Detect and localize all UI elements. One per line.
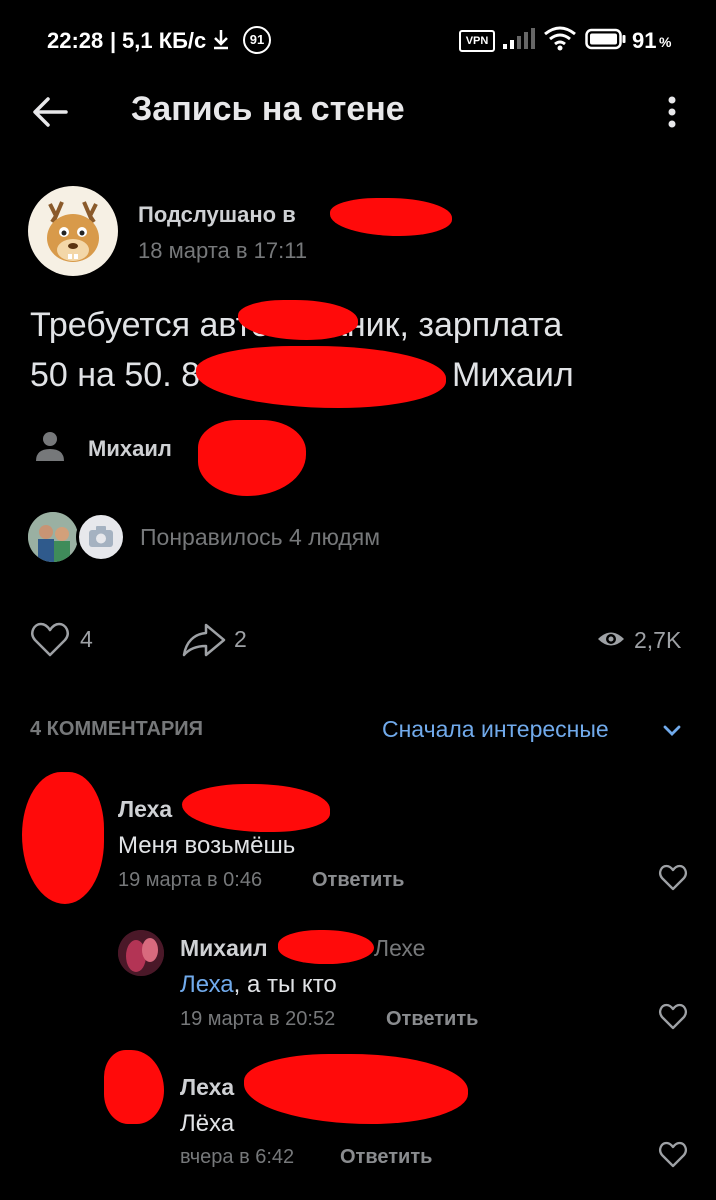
redaction-mark (198, 420, 306, 496)
heart-icon (659, 864, 687, 891)
like-count: 4 (80, 626, 93, 652)
battery-percent-sign: % (659, 34, 672, 50)
share-count: 2 (234, 626, 247, 652)
status-bar: 22:28 | 5,1 КБ/с 91 VPN 91 % (0, 0, 716, 80)
heart-icon (31, 622, 69, 657)
wifi-icon (543, 25, 577, 51)
comment-author[interactable]: Михаил (180, 935, 268, 962)
comment-text: Леха, а ты кто (180, 971, 337, 999)
comment-text: Лёха (180, 1110, 235, 1137)
comment-date: 19 марта в 0:46 (118, 869, 263, 891)
arrow-left-icon (33, 97, 68, 127)
back-button[interactable] (30, 92, 74, 132)
post-signer[interactable]: Михаил (88, 436, 172, 462)
comment-avatar[interactable] (118, 930, 164, 976)
liker-avatar[interactable] (28, 512, 78, 562)
likes-summary[interactable]: Понравилось 4 людям (140, 524, 380, 551)
status-network-speed: 5,1 КБ/с (122, 28, 207, 53)
comment-avatar[interactable] (104, 1050, 164, 1124)
comment-reply-button[interactable]: Ответить (340, 1146, 432, 1169)
heart-icon (659, 1003, 687, 1030)
status-divider: | (110, 28, 117, 53)
comment-like-button[interactable] (658, 1141, 688, 1169)
redaction-mark (330, 198, 452, 236)
comments-sort-dropdown[interactable]: Сначала интересные (382, 716, 686, 748)
comment-date: 19 марта в 20:52 (180, 1008, 336, 1030)
post-author-name[interactable]: Подслушано в (138, 202, 296, 228)
comment-avatar[interactable] (22, 772, 104, 904)
more-vertical-icon (668, 96, 676, 128)
notification-count: 91 (249, 32, 265, 47)
comment-author[interactable]: Леха (118, 796, 172, 823)
user-icon (34, 430, 66, 462)
battery-level: 91 (632, 28, 657, 53)
redaction-mark (196, 346, 446, 408)
views-count: 2,7K (634, 627, 682, 653)
group-avatar[interactable] (28, 186, 118, 276)
camera-icon (89, 526, 113, 547)
share-icon (182, 623, 226, 657)
liker-avatar[interactable] (76, 512, 126, 562)
comment-like-button[interactable] (658, 1003, 688, 1031)
redaction-mark (244, 1054, 468, 1124)
post-date: 18 марта в 17:11 (138, 238, 308, 263)
post-text-line-2-start: 50 на 50. 8 (30, 356, 201, 394)
views-icon (596, 622, 626, 656)
share-button[interactable]: 2 (182, 618, 262, 662)
redaction-mark (182, 784, 330, 832)
comment-reply-button[interactable]: Ответить (312, 869, 404, 892)
battery-icon (585, 28, 627, 50)
comment-text-body: , а ты кто (233, 971, 337, 998)
comment-reply-button[interactable]: Ответить (386, 1008, 478, 1031)
more-options-button[interactable] (660, 92, 684, 132)
comment-reply-to: Лехе (374, 935, 426, 961)
deer-mascot-icon (47, 201, 99, 262)
chevron-down-icon (663, 725, 681, 736)
vpn-icon: VPN (459, 30, 495, 52)
status-time: 22:28 (47, 28, 104, 53)
comments-count-label: 4 КОММЕНТАРИЯ (30, 718, 204, 740)
notification-count-icon: 91 (243, 26, 271, 54)
page-title: Запись на стене (131, 90, 405, 128)
heart-icon (659, 1141, 687, 1168)
comment-mention-link[interactable]: Леха (180, 971, 234, 998)
sort-label: Сначала интересные (382, 716, 609, 742)
comment-date: вчера в 6:42 (180, 1146, 295, 1168)
like-button[interactable]: 4 (30, 618, 110, 662)
signal-icon (502, 28, 536, 50)
redaction-mark (278, 930, 374, 964)
download-icon (212, 28, 230, 50)
comment-like-button[interactable] (658, 864, 688, 892)
post-text-line-2-end: Михаил (452, 356, 574, 394)
comment-author[interactable]: Леха (180, 1074, 234, 1101)
comment-text: Меня возьмёшь (118, 832, 296, 859)
